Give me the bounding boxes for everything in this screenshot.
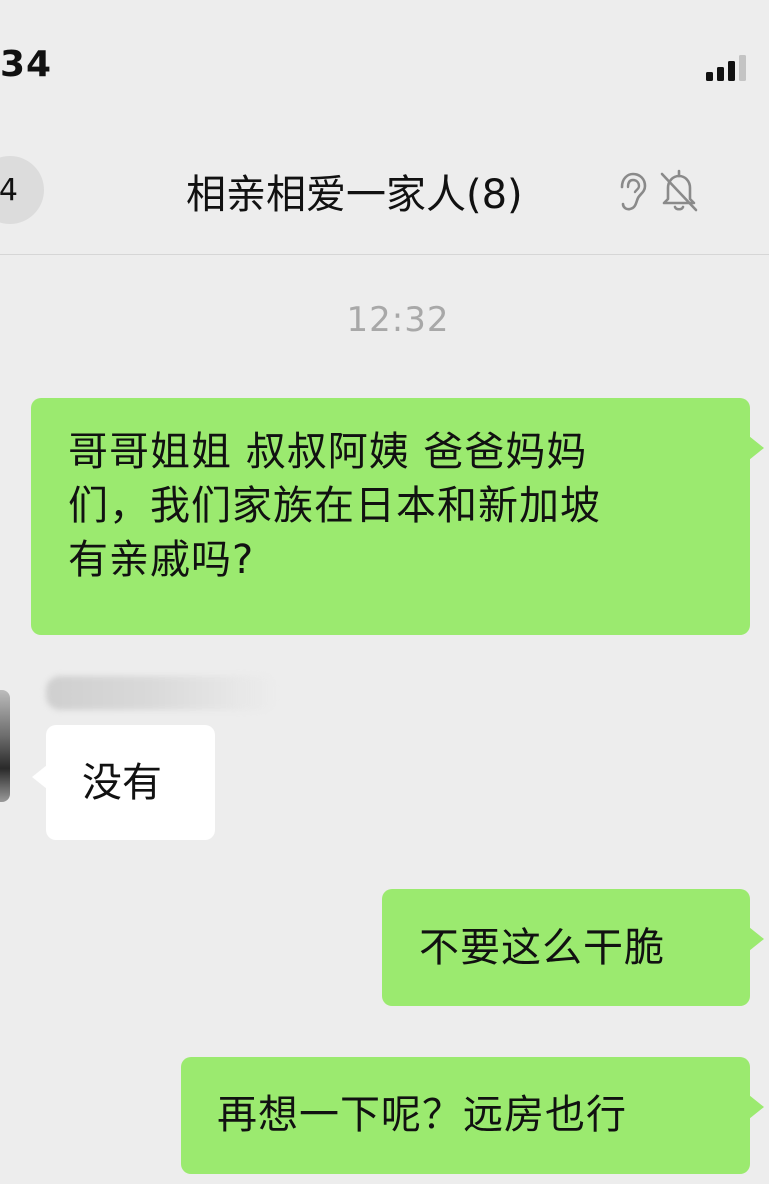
- message-text: 不要这么干脆: [419, 925, 665, 971]
- avatar[interactable]: [0, 690, 10, 802]
- message-line: 有亲戚吗?: [68, 537, 255, 583]
- message-text: 再想一下呢？远房也行: [217, 1092, 627, 1138]
- sent-message-bubble[interactable]: 不要这么干脆: [382, 889, 764, 1006]
- message-line: 哥哥姐姐 叔叔阿姨 爸爸妈妈: [68, 429, 588, 475]
- unread-count: 4: [0, 172, 18, 208]
- back-button[interactable]: 4: [0, 156, 44, 224]
- sender-name-blurred: [46, 676, 276, 710]
- chat-title: 相亲相爱一家人(8): [186, 172, 523, 218]
- received-message-bubble[interactable]: 没有: [32, 725, 215, 840]
- cellular-signal-icon: [706, 55, 746, 81]
- sent-message-bubble[interactable]: 哥哥姐姐 叔叔阿姨 爸爸妈妈 们，我们家族在日本和新加坡 有亲戚吗?: [31, 398, 764, 635]
- muted-bell-icon[interactable]: [658, 168, 700, 214]
- message-text: 没有: [82, 760, 162, 806]
- message-line: 们，我们家族在日本和新加坡: [68, 483, 601, 529]
- nav-divider: [0, 254, 769, 255]
- status-time: 34: [0, 44, 53, 85]
- message-timestamp: 12:32: [346, 300, 450, 340]
- ear-icon[interactable]: [614, 172, 648, 212]
- sent-message-bubble[interactable]: 再想一下呢？远房也行: [181, 1057, 764, 1174]
